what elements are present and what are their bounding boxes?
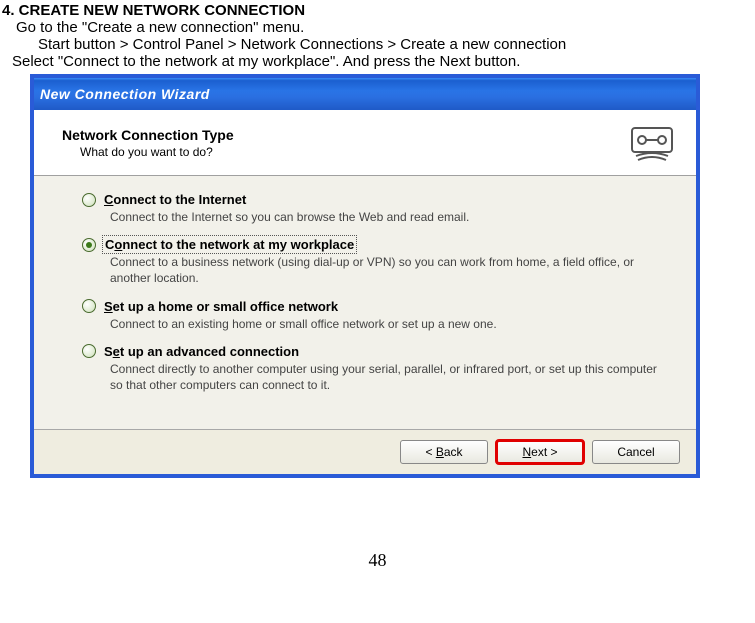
window-titlebar[interactable]: New Connection Wizard (34, 78, 696, 110)
wizard-title: Network Connection Type (62, 127, 628, 143)
page-number: 48 (0, 550, 755, 571)
wizard-window: New Connection Wizard Network Connection… (30, 74, 700, 478)
cancel-button[interactable]: Cancel (592, 440, 680, 464)
wizard-body: Connect to the Internet Connect to the I… (34, 176, 696, 429)
instruction-line-1: Go to the "Create a new connection" menu… (0, 19, 755, 36)
wizard-button-bar: < Back Next > Cancel (34, 429, 696, 474)
option-label: Connect to the network at my workplace (104, 237, 355, 252)
option-label: Set up an advanced connection (104, 344, 299, 359)
option-advanced-connection[interactable]: Set up an advanced connection Connect di… (82, 344, 670, 393)
instruction-line-2: Start button > Control Panel > Network C… (0, 36, 755, 53)
option-connect-internet[interactable]: Connect to the Internet Connect to the I… (82, 192, 670, 225)
network-connection-icon (628, 120, 678, 166)
option-connect-workplace[interactable]: Connect to the network at my workplace C… (82, 237, 670, 286)
section-heading: 4. CREATE NEW NETWORK CONNECTION (0, 0, 755, 19)
radio-icon[interactable] (82, 238, 96, 252)
option-description: Connect to an existing home or small off… (82, 316, 670, 332)
instruction-line-3: Select "Connect to the network at my wor… (0, 53, 755, 70)
option-label: Connect to the Internet (104, 192, 246, 207)
radio-icon[interactable] (82, 193, 96, 207)
wizard-subtitle: What do you want to do? (62, 145, 628, 159)
option-description: Connect to the Internet so you can brows… (82, 209, 670, 225)
back-button[interactable]: < Back (400, 440, 488, 464)
option-description: Connect to a business network (using dia… (82, 254, 670, 286)
wizard-header: Network Connection Type What do you want… (34, 110, 696, 176)
next-button[interactable]: Next > (496, 440, 584, 464)
radio-icon[interactable] (82, 344, 96, 358)
window-title: New Connection Wizard (40, 86, 210, 102)
radio-icon[interactable] (82, 299, 96, 313)
option-home-office-network[interactable]: Set up a home or small office network Co… (82, 299, 670, 332)
option-description: Connect directly to another computer usi… (82, 361, 670, 393)
option-label: Set up a home or small office network (104, 299, 338, 314)
